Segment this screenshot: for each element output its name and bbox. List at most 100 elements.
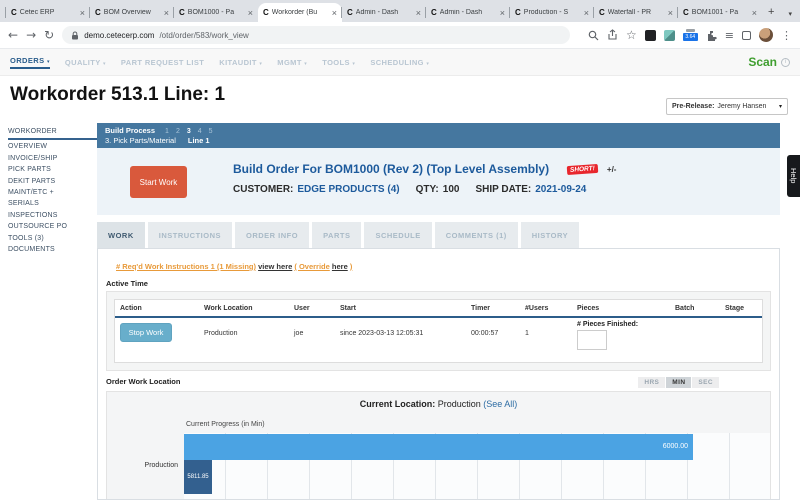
browser-tab[interactable]: CWaterfall - PR× — [594, 3, 678, 22]
prerelease-select[interactable]: Pre-Release: Jeremy Hansen ▾ — [666, 98, 788, 115]
chevron-down-icon: ▾ — [304, 61, 307, 67]
step-3-current[interactable]: 3 — [187, 128, 191, 135]
sidebar-item-documents[interactable]: DOCUMENTS — [8, 244, 97, 255]
reading-list-icon[interactable]: ≡ — [725, 30, 734, 41]
close-tab-icon[interactable]: × — [500, 8, 505, 18]
sidebar-item-overview[interactable]: OVERVIEW — [8, 141, 97, 152]
sidebar-item-pick-parts[interactable]: PICK PARTS — [8, 164, 97, 175]
close-tab-icon[interactable]: × — [668, 8, 673, 18]
extension-icon[interactable] — [664, 30, 675, 41]
tab-parts[interactable]: PARTS — [312, 222, 361, 248]
tab-work[interactable]: WORK — [97, 222, 145, 248]
unit-min-button[interactable]: MIN — [666, 377, 691, 388]
nav-scheduling[interactable]: SCHEDULING ▾ — [370, 58, 429, 67]
browser-tab[interactable]: CBOM1000 - Pa× — [174, 3, 258, 22]
browser-tab[interactable]: CAdmin - Dash× — [342, 3, 426, 22]
share-icon[interactable] — [607, 29, 618, 41]
sidebar-item-outsource-po[interactable]: OUTSOURCE PO — [8, 221, 97, 232]
col-stage: Stage — [720, 300, 762, 318]
padlock-icon — [71, 31, 79, 40]
browser-tab[interactable]: CBOM Overview× — [90, 3, 174, 22]
nav-part-request-list[interactable]: PART REQUEST LIST — [121, 58, 204, 67]
tab-order-info[interactable]: ORDER INFO — [235, 222, 309, 248]
tab-history[interactable]: HISTORY — [521, 222, 579, 248]
sidebar-item-inspections[interactable]: INSPECTIONS — [8, 210, 97, 221]
side-panel-icon[interactable] — [742, 31, 751, 40]
sidebar-item-invoice-ship[interactable]: INVOICE/SHIP — [8, 153, 97, 164]
view-here-link[interactable]: view here — [258, 262, 292, 271]
override-here-link[interactable]: here — [332, 262, 348, 271]
help-tab[interactable]: Help — [787, 155, 800, 197]
close-tab-icon[interactable]: × — [584, 8, 589, 18]
sidebar-item-maint-etc[interactable]: MAINT/ETC + — [8, 187, 97, 198]
browser-menu-icon[interactable]: ⋮ — [781, 30, 792, 41]
step-5[interactable]: 5 — [209, 128, 213, 135]
close-tab-icon[interactable]: × — [248, 8, 253, 18]
profile-avatar[interactable] — [759, 28, 773, 42]
browser-tab[interactable]: CProduction - S× — [510, 3, 594, 22]
tab-search-chevron-icon[interactable]: ▾ — [788, 10, 792, 18]
estimated-bar[interactable]: 6000.00 — [184, 434, 693, 460]
sidebar-item-workorder[interactable]: WORKORDER — [8, 126, 97, 140]
nav-mgmt[interactable]: MGMT ▾ — [277, 58, 307, 67]
bookmark-star-icon[interactable]: ☆ — [626, 29, 637, 41]
step-1[interactable]: 1 — [165, 128, 169, 135]
sidebar-item-serials[interactable]: SERIALS — [8, 198, 97, 209]
unit-hrs-button[interactable]: HRS — [638, 377, 665, 388]
nav-tools[interactable]: TOOLS ▾ — [322, 58, 355, 67]
tab-title: Admin - Dash — [440, 9, 497, 16]
cell-user: joe — [289, 318, 335, 350]
url-omnibox[interactable]: demo.cetecerp.com/otd/order/583/work_vie… — [62, 26, 570, 44]
stop-work-button[interactable]: Stop Work — [120, 323, 172, 342]
close-tab-icon[interactable]: × — [416, 8, 421, 18]
browser-toolbar-icons: ☆ 3.64 ≡ ⋮ — [588, 28, 792, 42]
tab-instructions[interactable]: INSTRUCTIONS — [148, 222, 232, 248]
browser-tab[interactable]: CBOM1001 - Pa× — [678, 3, 762, 22]
nav-kitaudit[interactable]: KITAUDIT ▾ — [219, 58, 262, 67]
build-order-title[interactable]: Build Order For BOM1000 (Rev 2) (Top Lev… — [233, 162, 549, 176]
back-icon[interactable]: ← — [8, 28, 18, 42]
browser-tab[interactable]: CCetec ERP× — [6, 3, 90, 22]
see-all-link[interactable]: (See All) — [483, 399, 517, 409]
tab-schedule[interactable]: SCHEDULE — [364, 222, 431, 248]
reqd-instructions-link[interactable]: # Req'd Work Instructions 1 (1 Missing) — [116, 262, 256, 271]
step-2[interactable]: 2 — [176, 128, 180, 135]
browser-tab-active[interactable]: CWorkorder (Bu× — [258, 3, 342, 22]
extensions-puzzle-icon[interactable] — [706, 30, 717, 41]
forward-icon[interactable]: → — [26, 28, 36, 42]
sidebar-item-tools[interactable]: TOOLS (3) — [8, 233, 97, 244]
start-work-button[interactable]: Start Work — [130, 166, 187, 198]
active-time-table: Action Work Location User Start Timer #U… — [114, 299, 763, 363]
short-badge[interactable]: SHORT! — [567, 163, 598, 174]
customer-link[interactable]: EDGE PRODUCTS (4) — [297, 184, 399, 195]
site-favicon: C — [95, 8, 101, 17]
cell-start: since 2023-03-13 12:05:31 — [335, 318, 466, 350]
close-tab-icon[interactable]: × — [752, 8, 757, 18]
new-tab-button[interactable]: + — [768, 6, 774, 18]
reload-icon[interactable]: ↻ — [44, 28, 54, 42]
search-icon[interactable] — [588, 30, 599, 41]
plus-minus-link[interactable]: +/- — [607, 165, 617, 174]
close-tab-icon[interactable]: × — [332, 8, 337, 18]
chart-title: Current Progress (in Min) — [186, 421, 770, 428]
scan-link[interactable]: Scan — [748, 55, 777, 69]
nav-orders[interactable]: ORDERS ▾ — [10, 56, 50, 69]
info-icon[interactable]: i — [781, 58, 790, 67]
extension-badge-icon[interactable]: 3.64 — [683, 29, 698, 41]
step-4[interactable]: 4 — [198, 128, 202, 135]
close-tab-icon[interactable]: × — [80, 8, 85, 18]
nav-quality[interactable]: QUALITY ▾ — [65, 58, 106, 67]
col-user: User — [289, 300, 335, 318]
progress-bar-chart: Production 6000.00 5811.85 — [184, 433, 771, 500]
actual-bar[interactable]: 5811.85 — [184, 460, 212, 494]
ship-date-link[interactable]: 2021-09-24 — [535, 184, 586, 195]
url-path: /otd/order/583/work_view — [159, 31, 248, 40]
pieces-finished-input[interactable] — [577, 330, 607, 350]
close-tab-icon[interactable]: × — [164, 8, 169, 18]
build-process-steps: 1 2 3 4 5 — [165, 128, 213, 135]
sidebar-item-dekit-parts[interactable]: DEKIT PARTS — [8, 176, 97, 187]
browser-tab[interactable]: CAdmin - Dash× — [426, 3, 510, 22]
extension-icon[interactable] — [645, 30, 656, 41]
unit-sec-button[interactable]: SEC — [692, 377, 719, 388]
tab-comments[interactable]: COMMENTS (1) — [435, 222, 518, 248]
